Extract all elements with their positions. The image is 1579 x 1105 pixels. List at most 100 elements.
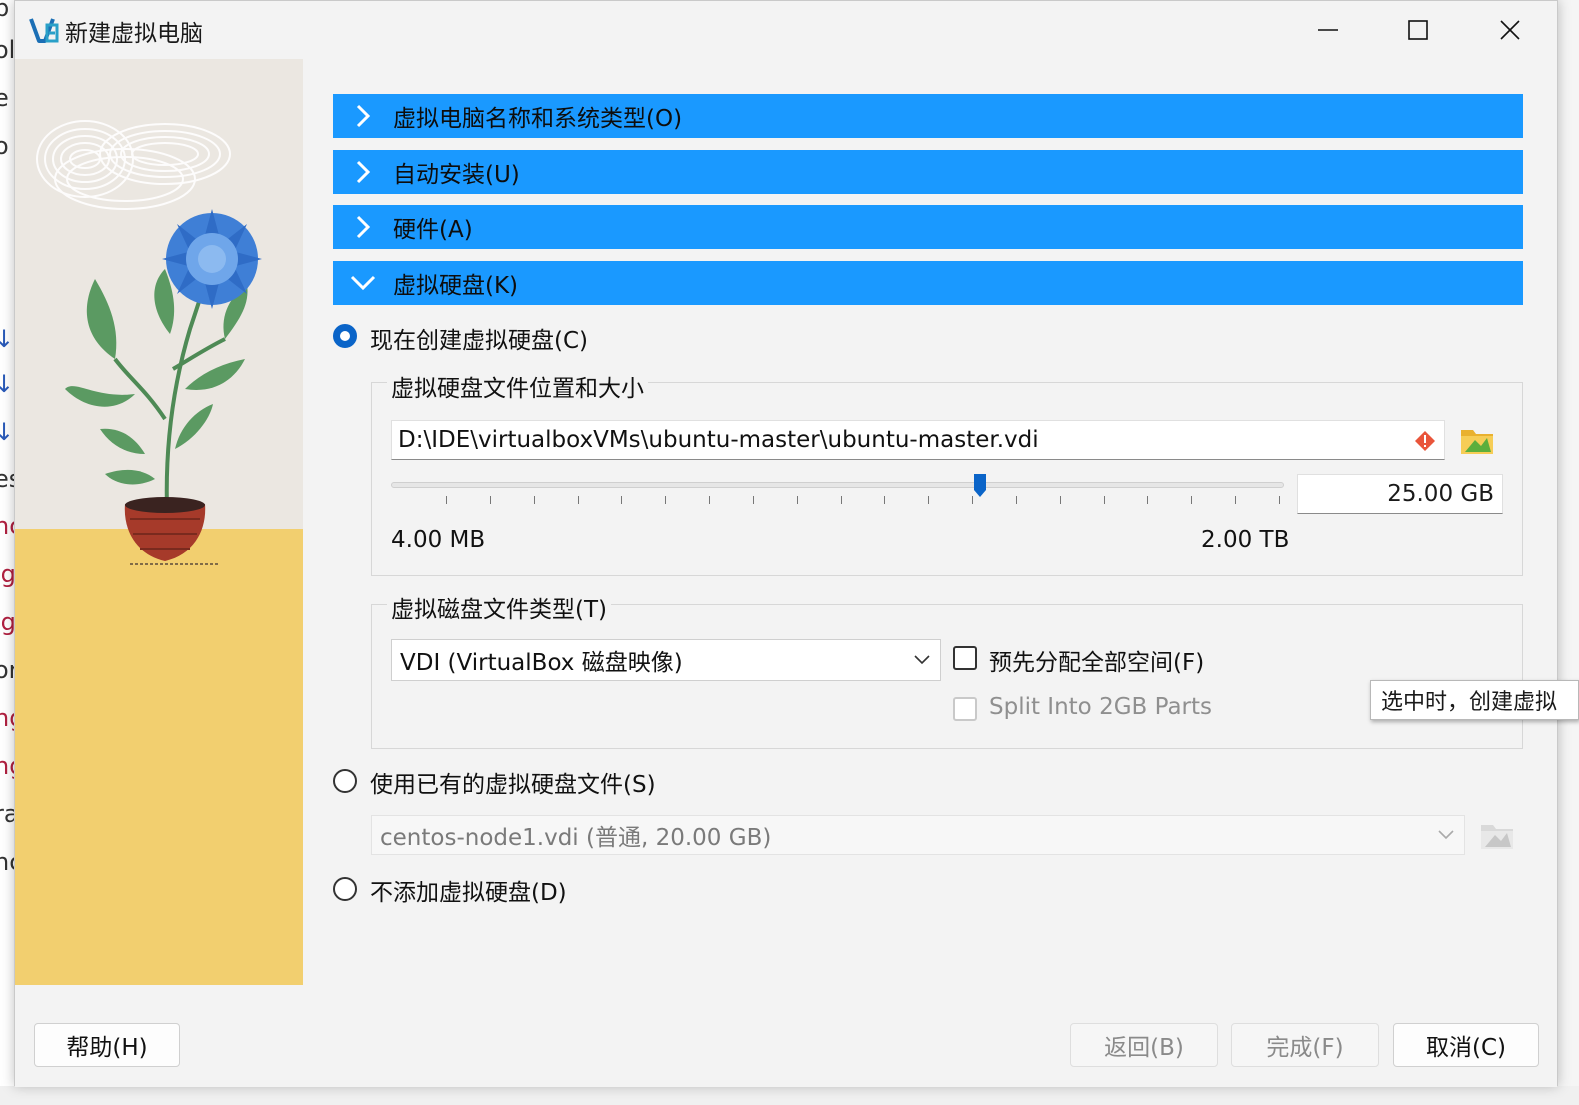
section-label: 虚拟电脑名称和系统类型(O) [393,106,683,132]
slider-tick [1235,496,1237,504]
slider-tick [533,496,535,504]
create-disk-label[interactable]: 现在创建虚拟硬盘(C) [370,321,588,355]
section-unattended-install[interactable]: 自动安装(U) [333,150,1523,194]
section-hardware[interactable]: 硬件(A) [333,205,1523,249]
slider-tick [1191,496,1193,504]
bg-text: ig [0,560,14,588]
bg-text: nc [0,848,14,876]
chevron-right-icon [333,205,393,249]
slider-tick [1147,496,1149,504]
wizard-illustration [15,59,303,985]
bg-text: ol [0,36,14,64]
slider-tick [1103,496,1105,504]
warning-icon [1415,431,1435,451]
blue-flower [162,209,262,309]
disk-type-select[interactable]: VDI (VirtualBox 磁盘映像) [391,639,941,681]
minimize-button[interactable] [1283,7,1373,53]
slider-tick [840,496,842,504]
slider-tick [446,496,447,504]
section-label: 虚拟硬盘(K) [393,273,519,299]
existing-disk-value: centos-node1.vdi (普通, 20.00 GB) [380,825,772,851]
section-virtual-disk[interactable]: 虚拟硬盘(K) [333,261,1523,305]
background-app-right [1557,0,1579,1105]
chevron-right-icon [333,94,393,138]
disk-size-input[interactable]: 25.00 GB [1297,474,1503,514]
background-app-edge: b ol e o ↓ ↓ ↓ es nc ig ig or ng ng ra n… [0,0,14,1105]
section-vm-name-os[interactable]: 虚拟电脑名称和系统类型(O) [333,94,1523,138]
slider-tick [665,496,667,504]
disk-size-slider-thumb[interactable] [973,473,987,499]
close-icon [1500,20,1520,40]
bg-text: ng [0,704,14,732]
split-2gb-checkbox[interactable] [953,697,977,721]
slider-tick [1279,496,1280,504]
slider-tick [796,496,798,504]
slider-tick [577,496,579,504]
bg-text: ig [0,608,14,636]
slider-tick [752,496,754,504]
chevron-down-icon [333,261,393,305]
bg-text: b [0,0,10,22]
background-app-bottom [0,1086,1579,1105]
slider-tick [1059,496,1061,504]
choose-disk-location-button[interactable] [1459,422,1499,458]
disk-size-slider-track[interactable] [391,482,1284,488]
folder-icon [1461,430,1493,454]
preallocate-checkbox[interactable] [953,646,977,670]
preallocate-tooltip: 选中时，创建虚拟 [1370,680,1579,720]
maximize-icon [1408,20,1428,40]
bg-text: ↓ [0,418,14,446]
bg-text: nc [0,512,14,540]
cancel-button[interactable]: 取消(C) [1393,1023,1539,1067]
help-button[interactable]: 帮助(H) [34,1023,180,1067]
new-vm-dialog: 新建虚拟电脑 虚拟电脑名称和系统类型(O) 自动安装(U) 硬件(A) 虚拟硬盘… [14,0,1558,1087]
slider-tick [709,496,711,504]
disk-type-title: 虚拟磁盘文件类型(T) [387,590,611,624]
slider-tick [1015,496,1017,504]
virtualbox-icon [29,18,59,43]
bg-text: es [0,465,14,493]
slider-tick [489,496,491,504]
use-existing-disk-radio[interactable] [333,769,357,793]
slider-tick [884,496,886,504]
split-2gb-label[interactable]: Split Into 2GB Parts [989,694,1212,720]
disk-type-value: VDI (VirtualBox 磁盘映像) [400,650,683,676]
close-button[interactable] [1465,7,1555,53]
chevron-down-icon [1438,830,1454,840]
bg-text: ra [0,800,14,828]
finish-button[interactable]: 完成(F) [1231,1023,1379,1067]
slider-tick [928,496,930,504]
bg-text: e [0,84,9,112]
window-title: 新建虚拟电脑 [65,21,203,47]
choose-existing-disk-button[interactable] [1479,817,1519,853]
min-size-label: 4.00 MB [391,527,486,553]
no-disk-label[interactable]: 不添加虚拟硬盘(D) [370,873,567,907]
title-bar[interactable]: 新建虚拟电脑 [15,1,1557,59]
max-size-label: 2.00 TB [1201,527,1290,553]
bg-text: ↓ [0,325,14,353]
create-disk-radio[interactable] [333,324,357,348]
slider-tick [621,496,623,504]
section-label: 自动安装(U) [393,162,520,188]
folder-icon [1481,825,1513,849]
no-disk-radio[interactable] [333,877,357,901]
preallocate-label[interactable]: 预先分配全部空间(F) [989,643,1204,677]
bg-text: ng [0,752,14,780]
back-button[interactable]: 返回(B) [1070,1023,1218,1067]
disk-path-value: D:\IDE\virtualboxVMs\ubuntu-master\ubunt… [398,427,1039,453]
dialog-footer: 帮助(H) 返回(B) 完成(F) 取消(C) [15,999,1557,1087]
existing-disk-select[interactable]: centos-node1.vdi (普通, 20.00 GB) [371,815,1465,855]
bg-text: ↓ [0,370,14,398]
maximize-button[interactable] [1373,7,1463,53]
bg-text: or [0,656,14,684]
wizard-content: 虚拟电脑名称和系统类型(O) 自动安装(U) 硬件(A) 虚拟硬盘(K) 现在创… [303,59,1557,999]
use-existing-disk-label[interactable]: 使用已有的虚拟硬盘文件(S) [370,765,656,799]
disk-path-input[interactable]: D:\IDE\virtualboxVMs\ubuntu-master\ubunt… [391,420,1445,460]
chevron-down-icon [914,655,930,665]
slider-tick [972,496,974,504]
minimize-icon [1318,29,1338,31]
location-size-title: 虚拟硬盘文件位置和大小 [387,369,648,403]
chevron-right-icon [333,150,393,194]
section-label: 硬件(A) [393,217,473,243]
bg-text: o [0,132,9,160]
